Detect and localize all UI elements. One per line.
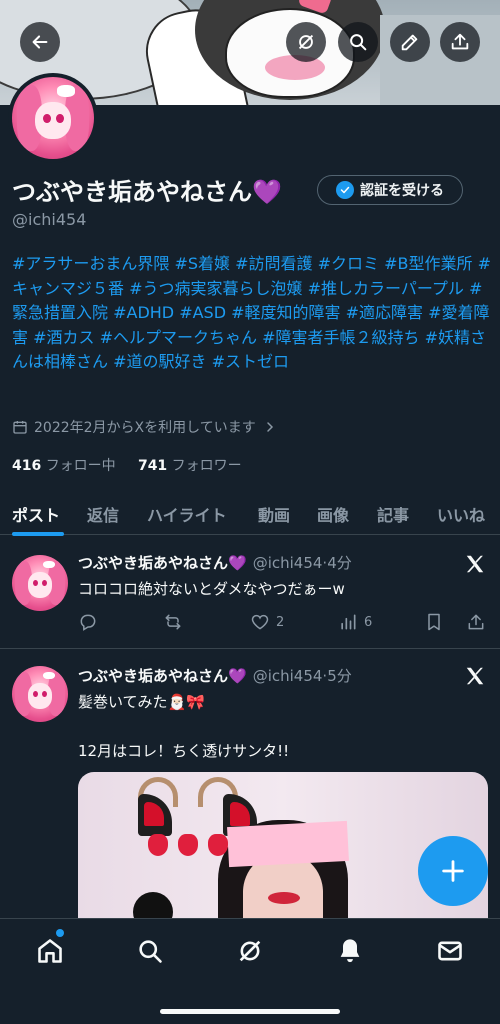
post-divider	[0, 648, 500, 649]
post-text: 髪巻いてみた🎅🏻🎀	[78, 693, 205, 711]
notification-dot	[56, 929, 64, 937]
get-verified-button[interactable]: 認証を受ける	[317, 175, 463, 205]
x-logo-icon[interactable]	[464, 665, 486, 687]
joined-date[interactable]: 2022年2月からXを利用しています	[12, 417, 278, 437]
arrow-left-icon	[32, 35, 48, 49]
pencil-icon	[401, 34, 418, 51]
nav-notifications[interactable]	[334, 935, 366, 967]
bell-icon	[340, 939, 360, 963]
get-verified-label: 認証を受ける	[360, 183, 444, 199]
nav-grok[interactable]	[234, 935, 266, 967]
back-button[interactable]	[20, 22, 60, 62]
username: @ichi454	[12, 210, 87, 229]
reply-button[interactable]	[78, 612, 98, 632]
display-name: つぶやき垢あやねさん💜	[12, 178, 282, 206]
follow-stats: 416 フォロー中 741 フォロワー	[12, 455, 242, 475]
heart-icon	[251, 614, 269, 630]
post-header: つぶやき垢あやねさん💜 @ichi454·5分	[78, 665, 352, 686]
purple-heart-icon: 💜	[252, 178, 282, 206]
purple-heart-icon: 💜	[228, 554, 247, 572]
verified-check-icon	[336, 181, 354, 199]
calendar-icon	[13, 421, 27, 434]
post-avatar[interactable]	[12, 555, 68, 611]
post-meta: @ichi454·5分	[252, 667, 352, 685]
repost-button[interactable]	[163, 612, 183, 632]
reply-icon	[80, 614, 96, 631]
purple-heart-icon: 💜	[228, 667, 247, 685]
post-meta: @ichi454·4分	[252, 554, 352, 572]
mail-icon	[438, 941, 462, 961]
views-button[interactable]: 6	[338, 612, 372, 632]
home-icon	[38, 939, 62, 963]
bio[interactable]: #アラサーおまん界隈 #S着嬢 #訪問看護 #クロミ #B型作業所 #キャンマジ…	[12, 252, 492, 375]
like-button[interactable]: 2	[250, 612, 284, 632]
search-icon	[139, 940, 162, 963]
plus-icon	[442, 860, 464, 882]
grok-button[interactable]	[286, 22, 326, 62]
bookmark-icon	[428, 613, 440, 631]
tab-replies[interactable]: 返信	[87, 502, 119, 526]
post-text: コロコロ絶対ないとダメなやつだぁーw	[78, 580, 345, 598]
post-author-name[interactable]: つぶやき垢あやねさん	[78, 667, 228, 685]
tab-likes[interactable]: いいね	[437, 502, 485, 526]
like-count: 2	[276, 614, 285, 630]
compose-button[interactable]	[418, 836, 488, 906]
search-button[interactable]	[338, 22, 378, 62]
tab-videos[interactable]: 動画	[258, 502, 290, 526]
chevron-right-icon	[266, 422, 273, 432]
view-count: 6	[364, 614, 373, 630]
post-text-line2: 12月はコレ！ちく透けサンタ!!	[78, 742, 290, 760]
following-link[interactable]: 416 フォロー中	[12, 458, 116, 474]
x-logo-icon[interactable]	[464, 553, 486, 575]
analytics-icon	[341, 614, 356, 630]
tab-images[interactable]: 画像	[317, 502, 349, 526]
post-actions: 2 6	[78, 612, 488, 636]
profile-tabs: ポスト 返信 ハイライト 動画 画像 記事 いいね	[0, 495, 500, 536]
followers-link[interactable]: 741 フォロワー	[138, 458, 242, 474]
profile-avatar[interactable]	[8, 73, 98, 163]
repost-icon	[165, 614, 181, 630]
tab-articles[interactable]: 記事	[377, 502, 409, 526]
post-avatar[interactable]	[12, 666, 68, 722]
active-tab-indicator	[12, 532, 64, 536]
bookmark-button[interactable]	[424, 612, 444, 632]
edit-button[interactable]	[390, 22, 430, 62]
bottom-navigation	[0, 918, 500, 1024]
home-indicator	[160, 1009, 340, 1014]
nav-messages[interactable]	[434, 935, 466, 967]
post-author-name[interactable]: つぶやき垢あやねさん	[78, 554, 228, 572]
post-share-button[interactable]	[466, 612, 486, 632]
tab-highlights[interactable]: ハイライト	[147, 502, 227, 526]
search-icon	[350, 34, 367, 51]
nav-search[interactable]	[134, 935, 166, 967]
post-header: つぶやき垢あやねさん💜 @ichi454·4分	[78, 552, 352, 573]
tab-posts[interactable]: ポスト	[12, 502, 60, 526]
share-icon	[451, 33, 469, 50]
grok-icon	[239, 940, 261, 962]
share-icon	[468, 614, 484, 630]
nav-home[interactable]	[34, 935, 66, 967]
grok-icon	[298, 34, 314, 50]
share-button[interactable]	[440, 22, 480, 62]
